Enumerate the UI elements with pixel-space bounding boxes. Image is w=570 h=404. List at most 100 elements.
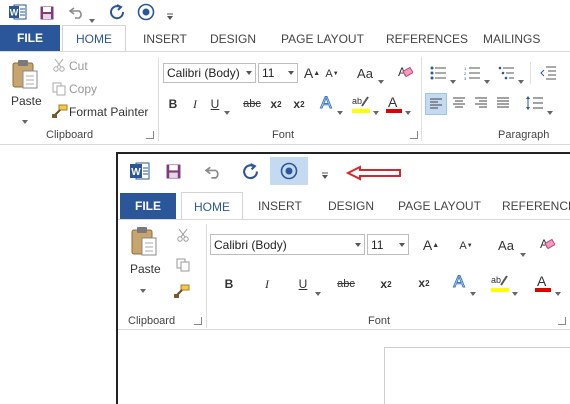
numbering-dropdown-icon[interactable] [484, 71, 490, 89]
clear-formatting-icon[interactable]: A [539, 236, 556, 252]
redo-icon[interactable] [240, 161, 260, 181]
qat-customize-icon[interactable] [166, 8, 174, 20]
cut-icon[interactable] [176, 228, 190, 242]
justify-icon[interactable] [495, 95, 511, 111]
save-icon[interactable] [39, 5, 55, 21]
tab-file[interactable]: FILE [120, 193, 176, 219]
tab-references[interactable]: REFERENCES [386, 32, 468, 46]
clipboard-launcher-icon[interactable] [194, 317, 202, 325]
touch-mode-button[interactable] [270, 157, 308, 185]
bullets-icon[interactable] [430, 66, 446, 80]
paste-button[interactable]: Paste [130, 262, 161, 276]
italic-icon[interactable]: I [261, 276, 273, 292]
align-right-icon[interactable] [473, 95, 489, 111]
tab-insert[interactable]: INSERT [143, 32, 187, 46]
align-left-icon[interactable] [425, 93, 447, 115]
paste-icon[interactable] [11, 59, 41, 91]
underline-dropdown-icon[interactable] [315, 283, 321, 301]
italic-icon[interactable]: I [189, 96, 201, 112]
document-page[interactable] [384, 347, 570, 404]
underline-icon[interactable]: U [209, 96, 221, 112]
word-app-icon[interactable]: W [9, 4, 27, 20]
tab-home[interactable]: HOME [181, 192, 243, 220]
back-qat: W [0, 0, 570, 24]
numbering-icon[interactable]: 123 [464, 66, 480, 81]
clipboard-launcher-icon[interactable] [146, 131, 154, 139]
shrink-font-icon[interactable]: A ▼ [459, 238, 473, 254]
touch-mode-icon[interactable] [136, 2, 156, 22]
paste-button[interactable]: Paste [11, 94, 42, 108]
multilevel-list-dropdown-icon[interactable] [518, 71, 524, 89]
text-effects-icon[interactable]: A [451, 272, 467, 292]
copy-button[interactable]: Copy [69, 82, 97, 96]
tab-design[interactable]: DESIGN [328, 199, 374, 213]
tab-mailings[interactable]: MAILINGS [483, 32, 540, 46]
superscript-icon[interactable]: x2 [416, 275, 432, 291]
font-launcher-icon[interactable] [410, 131, 418, 139]
copy-icon[interactable] [176, 258, 190, 272]
highlight-dropdown-icon[interactable] [512, 283, 518, 301]
clear-formatting-icon[interactable]: A [397, 64, 414, 80]
tab-page-layout[interactable]: PAGE LAYOUT [281, 32, 364, 46]
paste-icon[interactable] [130, 226, 160, 258]
strikethrough-icon[interactable]: abc [335, 277, 357, 291]
cut-icon[interactable] [52, 58, 66, 72]
font-color-dropdown-icon[interactable] [405, 102, 411, 120]
text-effects-dropdown-icon[interactable] [470, 283, 476, 301]
text-effects-dropdown-icon[interactable] [337, 102, 343, 120]
font-launcher-icon[interactable] [558, 317, 566, 325]
tab-file[interactable]: FILE [0, 25, 60, 51]
cut-button[interactable]: Cut [69, 59, 88, 73]
grow-font-icon[interactable]: A ▲ [422, 236, 440, 254]
line-spacing-icon[interactable] [525, 95, 543, 111]
font-color-icon[interactable]: A [386, 94, 402, 114]
align-center-icon[interactable] [451, 95, 467, 111]
tab-home[interactable]: HOME [62, 25, 126, 52]
change-case-icon[interactable]: Aa [354, 64, 376, 82]
font-name-combo[interactable]: Calibri (Body) [210, 234, 365, 255]
change-case-dropdown-icon[interactable] [378, 71, 384, 89]
copy-icon[interactable] [52, 82, 66, 96]
undo-icon[interactable] [68, 4, 86, 20]
strikethrough-icon[interactable]: abc [242, 97, 262, 111]
tab-design[interactable]: DESIGN [210, 32, 256, 46]
format-painter-icon[interactable] [52, 104, 68, 118]
paste-dropdown-icon[interactable] [22, 111, 28, 129]
underline-dropdown-icon[interactable] [224, 102, 230, 120]
bold-icon[interactable]: B [166, 96, 180, 112]
highlight-icon[interactable]: ab [491, 273, 509, 293]
subscript-icon[interactable]: x2 [378, 276, 394, 292]
multilevel-list-icon[interactable] [498, 66, 514, 80]
paste-dropdown-icon[interactable] [140, 280, 146, 298]
format-painter-icon[interactable] [174, 284, 190, 298]
word-app-icon[interactable]: W [130, 162, 150, 180]
highlight-icon[interactable]: ab [352, 94, 370, 114]
change-case-icon[interactable]: Aa [495, 236, 517, 254]
decrease-indent-icon[interactable] [540, 66, 556, 80]
underline-icon[interactable]: U [297, 276, 309, 292]
grow-font-icon[interactable]: A ▲ [303, 64, 321, 82]
tab-insert[interactable]: INSERT [258, 199, 302, 213]
front-window: W FILE HOME INSERT DESIGN PAGE LAYOUT RE… [116, 152, 570, 404]
bullets-dropdown-icon[interactable] [450, 71, 456, 89]
font-color-dropdown-icon[interactable] [555, 283, 561, 301]
text-effects-icon[interactable]: A [318, 93, 334, 113]
font-size-combo[interactable]: 11 [367, 234, 409, 255]
tab-references[interactable]: REFERENCE [502, 199, 570, 213]
font-color-icon[interactable]: A [535, 273, 551, 293]
superscript-icon[interactable]: x2 [291, 96, 307, 112]
shrink-font-icon[interactable]: A ▼ [325, 66, 339, 82]
highlight-dropdown-icon[interactable] [373, 102, 379, 120]
redo-icon[interactable] [108, 3, 126, 21]
line-spacing-dropdown-icon[interactable] [547, 102, 553, 120]
undo-icon[interactable] [203, 162, 223, 180]
bold-icon[interactable]: B [222, 276, 236, 292]
font-name-combo[interactable]: Calibri (Body) [163, 63, 256, 83]
change-case-dropdown-icon[interactable] [520, 244, 526, 262]
subscript-icon[interactable]: x2 [268, 96, 284, 112]
qat-customize-icon[interactable] [321, 167, 329, 179]
format-painter-button[interactable]: Format Painter [69, 105, 148, 119]
font-size-combo[interactable]: 11 [258, 63, 298, 83]
tab-page-layout[interactable]: PAGE LAYOUT [398, 199, 481, 213]
save-icon[interactable] [165, 163, 181, 179]
